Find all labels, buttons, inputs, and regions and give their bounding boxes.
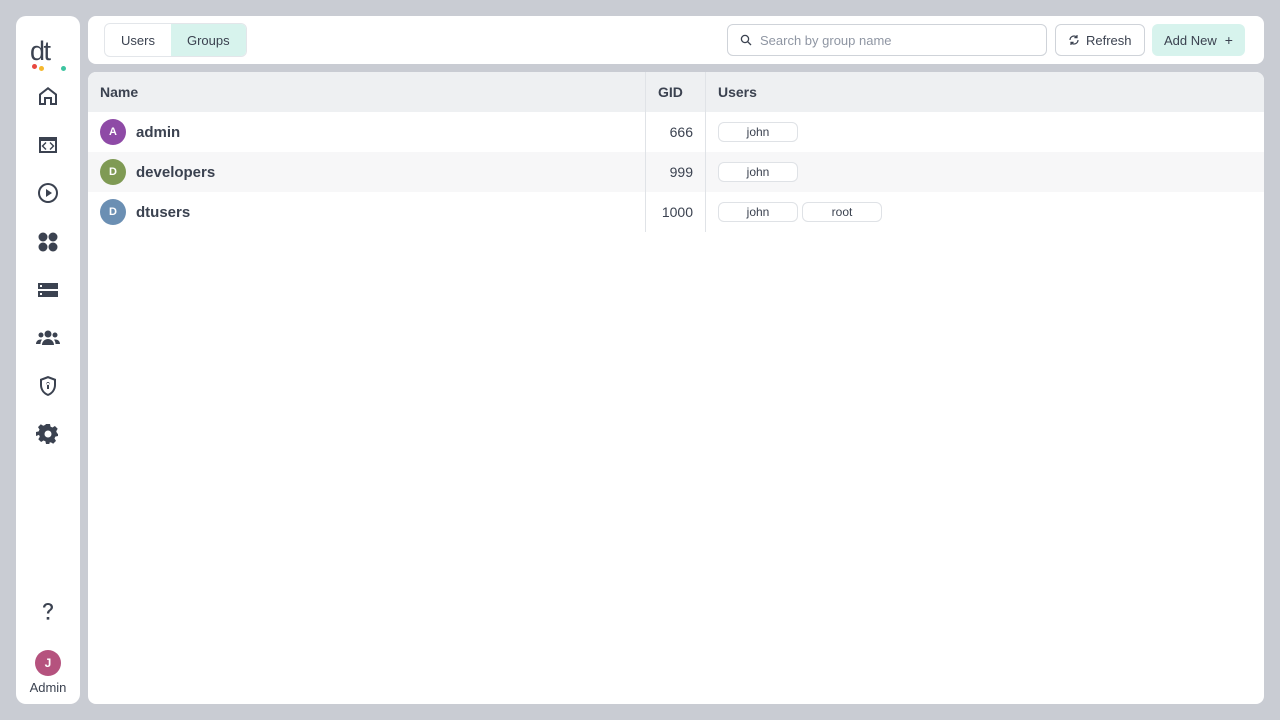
user-chip[interactable]: root <box>802 202 882 222</box>
nav-security[interactable] <box>28 368 68 404</box>
tab-users[interactable]: Users <box>105 24 171 56</box>
search-input[interactable] <box>760 32 1030 48</box>
add-new-label: Add New <box>1164 32 1217 48</box>
group-name: dtusers <box>136 203 191 221</box>
table-row[interactable]: A admin 666 john <box>88 112 1264 152</box>
group-name-cell: A admin <box>100 119 180 145</box>
group-users: john <box>718 162 802 182</box>
group-users: john root <box>718 202 886 222</box>
group-name-cell: D developers <box>100 159 215 185</box>
logo-text: dt <box>30 36 51 66</box>
nav-settings[interactable] <box>28 416 68 452</box>
add-new-button[interactable]: Add New + <box>1152 24 1245 56</box>
nav-users[interactable] <box>28 320 68 356</box>
sidebar: dt J Admin <box>16 16 80 704</box>
shield-icon <box>40 376 56 396</box>
gear-icon <box>36 424 58 444</box>
user-chip[interactable]: john <box>718 202 798 222</box>
groups-table: Name GID Users A admin 666 john D develo… <box>88 72 1264 704</box>
refresh-icon <box>1069 35 1079 45</box>
nav-apps[interactable] <box>28 224 68 260</box>
refresh-label: Refresh <box>1086 32 1132 48</box>
user-chip[interactable]: john <box>718 162 798 182</box>
apps-icon <box>38 232 58 252</box>
group-gid: 666 <box>669 124 693 140</box>
question-icon <box>43 603 53 620</box>
search-box[interactable] <box>727 24 1047 56</box>
users-icon <box>36 330 60 345</box>
column-divider[interactable] <box>645 72 646 232</box>
user-role-label: Admin <box>29 680 67 695</box>
group-avatar: D <box>100 159 126 185</box>
tab-group: Users Groups <box>104 23 247 57</box>
refresh-button[interactable]: Refresh <box>1055 24 1145 56</box>
code-window-icon <box>39 137 57 153</box>
tab-groups[interactable]: Groups <box>170 24 246 56</box>
group-avatar: D <box>100 199 126 225</box>
server-icon <box>38 283 58 297</box>
header-gid[interactable]: GID <box>658 72 683 112</box>
home-icon <box>39 87 57 105</box>
app-logo[interactable]: dt <box>30 36 68 72</box>
play-circle-icon <box>38 183 58 203</box>
group-name: admin <box>136 123 181 141</box>
nav-runs[interactable] <box>28 175 68 211</box>
search-icon <box>740 34 752 46</box>
nav-servers[interactable] <box>28 272 68 308</box>
user-avatar[interactable]: J <box>35 650 61 676</box>
header-users[interactable]: Users <box>718 72 757 112</box>
column-divider[interactable] <box>705 72 706 232</box>
toolbar: Users Groups Refresh Add New + <box>88 16 1264 64</box>
table-header: Name GID Users <box>88 72 1264 112</box>
user-chip[interactable]: john <box>718 122 798 142</box>
group-avatar: A <box>100 119 126 145</box>
nav-code[interactable] <box>28 127 68 163</box>
help-button[interactable] <box>28 594 68 630</box>
group-name-cell: D dtusers <box>100 199 190 225</box>
group-users: john <box>718 122 802 142</box>
plus-icon: + <box>1224 32 1233 48</box>
header-name[interactable]: Name <box>100 72 138 112</box>
table-row[interactable]: D dtusers 1000 john root <box>88 192 1264 232</box>
group-name: developers <box>136 163 216 181</box>
group-gid: 1000 <box>661 204 693 220</box>
nav-home[interactable] <box>28 78 68 114</box>
group-gid: 999 <box>669 164 693 180</box>
table-row[interactable]: D developers 999 john <box>88 152 1264 192</box>
